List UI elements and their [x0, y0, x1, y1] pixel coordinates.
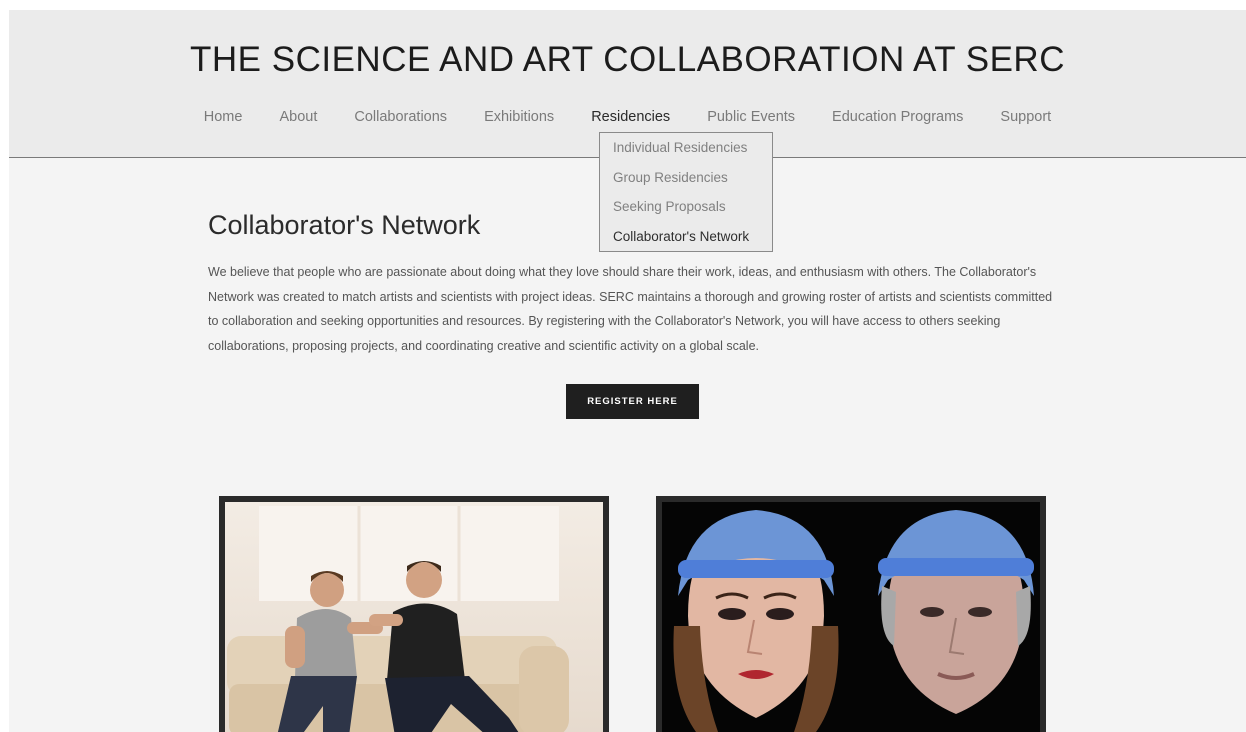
dropdown-item-group-residencies[interactable]: Group Residencies [600, 163, 772, 193]
nav-item-education-programs[interactable]: Education Programs [832, 109, 963, 125]
main-nav: Home About Collaborations Exhibitions Re… [9, 109, 1246, 125]
intro-paragraph: We believe that people who are passionat… [208, 265, 1053, 353]
dropdown-item-individual-residencies[interactable]: Individual Residencies [600, 133, 772, 163]
3d-face-scans-photo[interactable] [656, 496, 1046, 732]
nav-item-exhibitions[interactable]: Exhibitions [484, 109, 554, 125]
page-heading: Collaborator's Network [208, 210, 481, 240]
nav-item-support[interactable]: Support [1000, 109, 1051, 125]
dropdown-item-seeking-proposals[interactable]: Seeking Proposals [600, 192, 772, 222]
nav-item-about[interactable]: About [279, 109, 317, 125]
page: THE SCIENCE AND ART COLLABORATION AT SER… [9, 10, 1246, 732]
residencies-dropdown-menu: Individual Residencies Group Residencies… [599, 132, 773, 252]
dropdown-item-collaborators-network[interactable]: Collaborator's Network [600, 222, 772, 252]
register-here-button[interactable]: REGISTER HERE [566, 384, 699, 419]
nav-item-home[interactable]: Home [204, 109, 243, 125]
nav-item-residencies[interactable]: Residencies [591, 109, 670, 125]
two-men-on-couch-photo[interactable] [219, 496, 609, 732]
nav-item-public-events[interactable]: Public Events [707, 109, 795, 125]
site-title[interactable]: THE SCIENCE AND ART COLLABORATION AT SER… [9, 40, 1246, 80]
nav-item-collaborations[interactable]: Collaborations [354, 109, 447, 125]
